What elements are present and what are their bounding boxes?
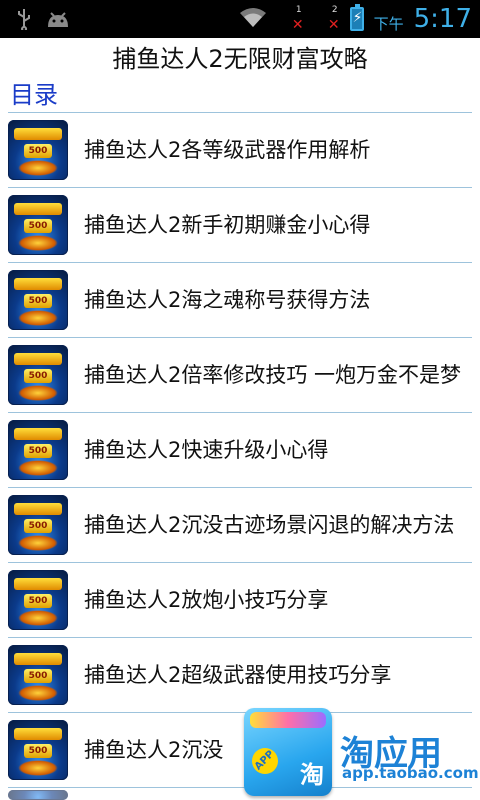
article-list: 500 捕鱼达人2各等级武器作用解析 500 捕鱼达人2新手初期赚金小心得 50… (0, 113, 480, 800)
list-item[interactable]: 500 捕鱼达人2快速升级小心得 (8, 413, 472, 488)
android-debug-icon (46, 11, 70, 33)
list-item-label: 捕鱼达人2海之魂称号获得方法 (84, 288, 371, 312)
game-thumbnail: 500 (8, 195, 68, 255)
list-item[interactable]: 500 捕鱼达人2超级武器使用技巧分享 (8, 638, 472, 713)
game-thumbnail: 500 (8, 120, 68, 180)
game-thumbnail: 500 (8, 645, 68, 705)
section-heading: 目录 (10, 81, 58, 109)
game-thumbnail (8, 790, 68, 800)
game-thumbnail: 500 (8, 420, 68, 480)
list-item[interactable]: 500 捕鱼达人2各等级武器作用解析 (8, 113, 472, 188)
game-thumbnail: 500 (8, 495, 68, 555)
watermark-url: app.taobao.com (342, 764, 479, 782)
list-item[interactable]: 500 捕鱼达人2放炮小技巧分享 (8, 563, 472, 638)
list-item[interactable] (8, 788, 472, 800)
no-signal-x-icon: ✕ (327, 17, 340, 33)
taobao-app-logo: APP 淘 (244, 708, 332, 796)
status-bar: 1 ✕ 2 ✕ ⚡ 下午 5:17 (0, 0, 480, 38)
game-thumbnail: 500 (8, 270, 68, 330)
list-item-label: 捕鱼达人2新手初期赚金小心得 (84, 213, 371, 237)
list-item-label: 捕鱼达人2倍率修改技巧 一炮万金不是梦 (84, 363, 462, 387)
game-thumbnail: 500 (8, 570, 68, 630)
list-item-label: 捕鱼达人2放炮小技巧分享 (84, 588, 329, 612)
list-item-label: 捕鱼达人2超级武器使用技巧分享 (84, 663, 392, 687)
sim2-label: 2 (331, 5, 338, 15)
game-thumbnail: 500 (8, 345, 68, 405)
sim2-signal-icon: 2 ✕ (314, 5, 340, 33)
battery-charging-icon: ⚡ (349, 4, 364, 31)
list-item[interactable]: 500 捕鱼达人2倍率修改技巧 一炮万金不是梦 (8, 338, 472, 413)
usb-icon (16, 8, 32, 36)
clock-time: 5:17 (413, 4, 472, 34)
list-item-label: 捕鱼达人2沉没 (84, 738, 224, 762)
list-item-label: 捕鱼达人2快速升级小心得 (84, 438, 329, 462)
wifi-icon (238, 5, 268, 33)
sim1-signal-icon: 1 ✕ (278, 5, 304, 33)
list-item[interactable]: 500 捕鱼达人2沉没古迹场景闪退的解决方法 (8, 488, 472, 563)
page-title: 捕鱼达人2无限财富攻略 (112, 45, 368, 73)
list-item[interactable]: 500 捕鱼达人2新手初期赚金小心得 (8, 188, 472, 263)
game-thumbnail: 500 (8, 720, 68, 780)
list-item[interactable]: 500 捕鱼达人2海之魂称号获得方法 (8, 263, 472, 338)
clock-ampm: 下午 (373, 14, 404, 33)
sim1-label: 1 (295, 5, 302, 15)
no-signal-x-icon: ✕ (291, 17, 304, 33)
list-item-label: 捕鱼达人2各等级武器作用解析 (84, 138, 371, 162)
list-item-label: 捕鱼达人2沉没古迹场景闪退的解决方法 (84, 513, 455, 537)
